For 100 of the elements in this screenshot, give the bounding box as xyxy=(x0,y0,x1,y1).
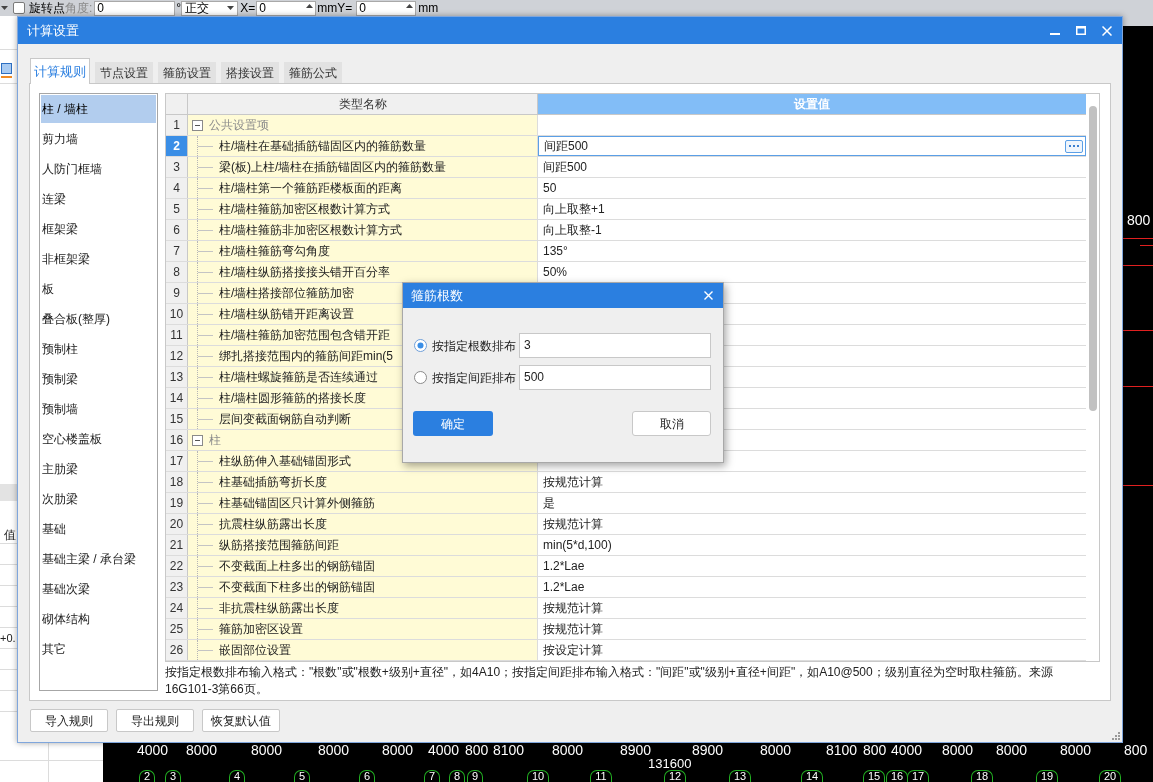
tree-connector xyxy=(197,220,213,240)
sidebar-item[interactable]: 次肋梁 xyxy=(41,485,156,513)
confirm-button[interactable]: 确定 xyxy=(413,411,493,436)
axis-bubble: 2 xyxy=(139,770,155,782)
dimension-label: 8000 xyxy=(552,743,584,757)
collapse-icon[interactable] xyxy=(192,434,203,446)
tree-connector xyxy=(197,535,213,555)
sidebar-item[interactable]: 基础次梁 xyxy=(41,575,156,603)
sidebar-item[interactable]: 基础主梁 / 承台梁 xyxy=(41,545,156,573)
tree-connector xyxy=(197,283,213,303)
row-number: 11 xyxy=(166,325,188,345)
radio-option[interactable]: 按指定间距排布 xyxy=(413,365,519,390)
sidebar-item[interactable]: 预制柱 xyxy=(41,335,156,363)
axis-bubble: 14 xyxy=(801,770,823,782)
input-field[interactable]: 0 xyxy=(256,0,317,16)
table-cell-text: 是 xyxy=(542,495,556,512)
row-number: 5 xyxy=(166,199,188,219)
setting-name: 梁(板)上柱/墙柱在插筋锚固区内的箍筋数量 xyxy=(219,159,447,176)
dimension-label: 8000 xyxy=(760,743,792,757)
tree-connector xyxy=(197,262,213,282)
sidebar-item[interactable]: 板 xyxy=(41,275,156,303)
table-cell-text: 按规范计算 xyxy=(542,621,604,638)
axis-bubble: 18 xyxy=(971,770,993,782)
sidebar-item[interactable]: 连梁 xyxy=(41,185,156,213)
ellipsis-button[interactable] xyxy=(1065,139,1083,153)
tree-connector xyxy=(197,472,213,492)
row-number: 20 xyxy=(166,514,188,534)
row-number: 16 xyxy=(166,430,188,450)
tab[interactable]: 计算规则 xyxy=(30,58,90,84)
sidebar-item[interactable]: 砌体结构 xyxy=(41,605,156,633)
dimension-label: 8100 xyxy=(826,743,858,757)
radio-icon[interactable] xyxy=(414,371,427,384)
footer-button[interactable]: 恢复默认值 xyxy=(202,709,280,732)
input-field[interactable]: 3 xyxy=(519,333,711,358)
sidebar-item[interactable]: 剪力墙 xyxy=(41,125,156,153)
tab[interactable]: 节点设置 xyxy=(95,62,153,83)
sidebar-item[interactable]: 预制墙 xyxy=(41,395,156,423)
tab[interactable]: 箍筋设置 xyxy=(158,62,216,83)
sidebar-item[interactable]: 主肋梁 xyxy=(41,455,156,483)
close-icon[interactable] xyxy=(1102,25,1112,36)
dimension-label: 8000 xyxy=(251,743,283,757)
setting-name: 层间变截面钢筋自动判断 xyxy=(219,411,351,428)
axis-bubble: 5 xyxy=(294,770,310,782)
sidebar-item[interactable]: 叠合板(整厚) xyxy=(41,305,156,333)
caret-icon[interactable] xyxy=(1,6,8,10)
setting-name: 不变截面下柱多出的钢筋锚固 xyxy=(219,579,375,596)
minimize-icon[interactable] xyxy=(1050,32,1060,35)
tree-connector xyxy=(197,598,213,618)
setting-name: 柱/墙柱搭接部位箍筋加密 xyxy=(219,285,355,302)
sidebar-item[interactable]: 预制梁 xyxy=(41,365,156,393)
cancel-button[interactable]: 取消 xyxy=(632,411,711,436)
setting-name: 嵌固部位设置 xyxy=(219,642,291,659)
edit-field[interactable]: 间距500 xyxy=(538,136,1086,156)
dimension-label: 4000 xyxy=(137,743,169,757)
axis-bubble: 10 xyxy=(527,770,549,782)
input-field[interactable]: 500 xyxy=(519,365,711,390)
radio-option[interactable]: 按指定根数排布 xyxy=(413,333,519,358)
setting-name: 纵筋搭接范围箍筋间距 xyxy=(219,537,339,554)
tab[interactable]: 搭接设置 xyxy=(221,62,279,83)
table-cell-text: 按规范计算 xyxy=(542,600,604,617)
checkbox[interactable] xyxy=(13,2,25,14)
row-number: 21 xyxy=(166,535,188,555)
row-number: 26 xyxy=(166,640,188,660)
dimension-label: 800 xyxy=(465,743,489,757)
tree-connector xyxy=(197,409,213,429)
radio-icon[interactable] xyxy=(414,339,427,352)
axis-bubble: 19 xyxy=(1036,770,1058,782)
dimension-label: 8900 xyxy=(620,743,652,757)
dimension-label: 800 xyxy=(1127,212,1151,228)
sidebar-item[interactable]: 人防门框墙 xyxy=(41,155,156,183)
tab[interactable]: 箍筋公式 xyxy=(284,62,342,83)
column-header: 设置值 xyxy=(538,94,1086,114)
dimension-label: 8000 xyxy=(1060,743,1092,757)
dimension-label: 8000 xyxy=(186,743,218,757)
caret-up-icon[interactable] xyxy=(406,3,414,8)
square-icon[interactable] xyxy=(1,63,12,78)
collapse-icon[interactable] xyxy=(192,119,203,131)
sidebar-item[interactable]: 基础 xyxy=(41,515,156,543)
row-number: 7 xyxy=(166,241,188,261)
resize-grip-icon[interactable] xyxy=(1112,732,1120,740)
axis-bubble: 8 xyxy=(449,770,465,782)
close-icon[interactable] xyxy=(703,291,713,300)
scrollbar-thumb[interactable] xyxy=(1088,106,1097,411)
group-name: 公共设置项 xyxy=(209,117,269,134)
input-field[interactable]: 0 xyxy=(356,0,417,16)
dimension-label: 4000 xyxy=(891,743,923,757)
footer-button[interactable]: 导出规则 xyxy=(116,709,194,732)
axis-bubble: 11 xyxy=(590,770,612,782)
table-cell-text: 按设定计算 xyxy=(542,642,604,659)
sidebar-item[interactable]: 柱 / 墙柱 xyxy=(41,95,156,123)
row-number: 19 xyxy=(166,493,188,513)
sidebar-item[interactable]: 框架梁 xyxy=(41,215,156,243)
sidebar-item[interactable]: 非框架梁 xyxy=(41,245,156,273)
dimension-label: 8000 xyxy=(996,743,1028,757)
sidebar-item[interactable]: 空心楼盖板 xyxy=(41,425,156,453)
caret-up-icon[interactable] xyxy=(306,3,314,8)
footer-button[interactable]: 导入规则 xyxy=(30,709,108,732)
maximize-icon[interactable] xyxy=(1076,26,1086,35)
dropdown[interactable]: 正交 xyxy=(181,0,239,16)
sidebar-item[interactable]: 其它 xyxy=(41,635,156,663)
